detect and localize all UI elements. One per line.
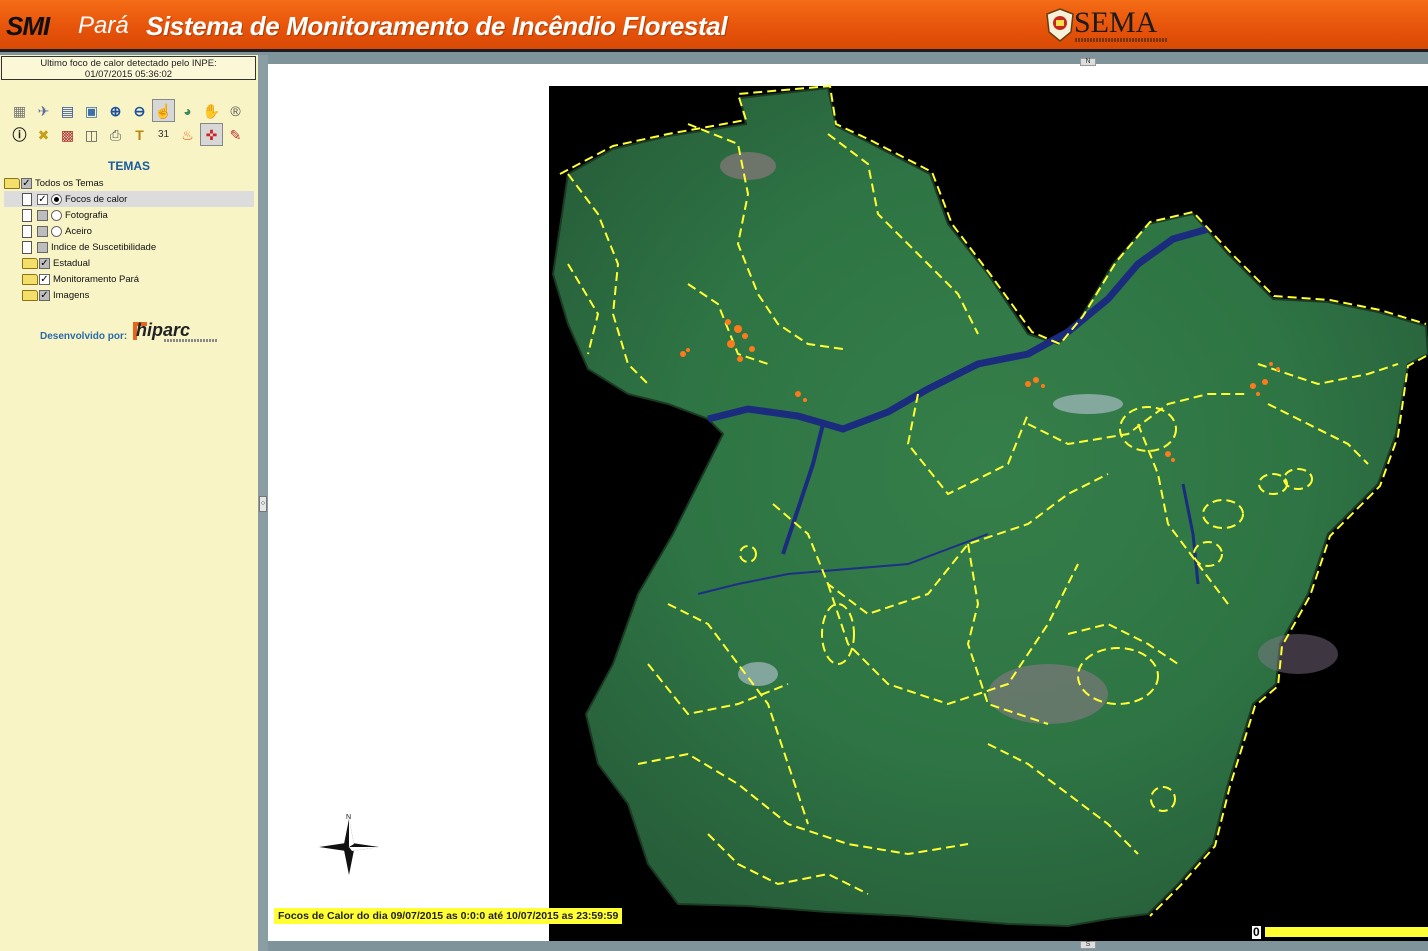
sema-subtitle-decoration	[1075, 38, 1167, 42]
hiparc-logo[interactable]: hiparc	[136, 320, 190, 341]
cleared-land-patch	[720, 152, 776, 180]
document-icon	[22, 224, 32, 238]
checkbox-focos-de-calor[interactable]: ✓	[37, 193, 48, 205]
book-icon[interactable]: ◫	[80, 123, 103, 146]
tree-item-label: Indice de Suscetibilidade	[51, 241, 157, 253]
folder-icon	[22, 273, 38, 285]
pan-north-button[interactable]: N	[1080, 58, 1096, 66]
tree-item-aceiro[interactable]: Aceiro	[4, 223, 254, 239]
layers-icon[interactable]: ▦	[8, 99, 31, 122]
zoom-in-icon[interactable]: ⊕	[104, 99, 127, 122]
folder-icon	[22, 289, 38, 301]
hotspot-date-range: Focos de Calor do dia 09/07/2015 as 0:0:…	[274, 908, 623, 924]
scale-bar	[1265, 927, 1428, 937]
tree-item-label: Fotografia	[65, 209, 108, 221]
scale-bar-zero: 0	[1252, 925, 1261, 939]
pointer-icon[interactable]: ☝	[152, 99, 175, 122]
checkbox-estadual[interactable]: ✓	[39, 257, 50, 269]
para-logo-text: Pará	[78, 12, 129, 39]
cloud-patch	[1053, 394, 1123, 414]
radio-focos-de-calor[interactable]	[51, 193, 62, 205]
checkbox-indice[interactable]	[37, 241, 48, 253]
tree-item-monitoramento[interactable]: ✓ Monitoramento Pará	[4, 271, 254, 287]
globe-icon[interactable]: ◕	[176, 99, 199, 122]
last-hotspot-label: Ultimo foco de calor detectado pelo INPE…	[40, 58, 217, 69]
north-arrow-icon	[319, 819, 379, 875]
tree-root[interactable]: ✓ Todos os Temas	[4, 175, 254, 191]
measure-icon[interactable]: ✖	[32, 123, 55, 146]
satellite-icon[interactable]: ✈	[32, 99, 55, 122]
folder-icon	[22, 257, 38, 269]
left-panel: Ultimo foco de calor detectado pelo INPE…	[0, 55, 258, 951]
pan-south-button[interactable]: S	[1080, 941, 1096, 949]
cleared-land-patch	[1258, 634, 1338, 674]
fire-icon[interactable]: ♨	[176, 123, 199, 146]
cloud-patch	[738, 662, 778, 686]
sema-logo: SEMA	[1074, 6, 1158, 39]
tree-item-focos-de-calor[interactable]: ✓ Focos de calor	[4, 191, 254, 207]
checkbox-fotografia[interactable]	[37, 209, 48, 221]
crosshair-icon[interactable]: ✜	[200, 123, 223, 146]
document-icon	[22, 240, 32, 254]
reset-icon[interactable]: ®	[224, 99, 247, 122]
themes-title: TEMAS	[108, 159, 150, 173]
tree-item-label: Imagens	[53, 289, 90, 301]
north-arrow-label: N	[346, 814, 351, 821]
printer-icon[interactable]: ⎙	[104, 123, 127, 146]
pan-hand-icon[interactable]: ✋	[200, 99, 223, 122]
map-canvas[interactable]: N	[268, 64, 1428, 941]
grid-select-icon[interactable]: ▩	[56, 123, 79, 146]
print-map-icon[interactable]: ▣	[80, 99, 103, 122]
checkbox-aceiro[interactable]	[37, 225, 48, 237]
calendar-icon[interactable]: 31	[152, 123, 175, 146]
checkbox-monitoramento[interactable]: ✓	[39, 273, 50, 285]
info-icon[interactable]: ⓘ	[8, 123, 31, 146]
smi-logo: SMI	[6, 11, 50, 41]
document-icon	[22, 192, 32, 206]
root-checkbox[interactable]: ✓	[21, 177, 32, 189]
document-icon	[22, 208, 32, 222]
app-title: Sistema de Monitoramento de Incêndio Flo…	[146, 11, 728, 41]
tree-root-label: Todos os Temas	[35, 177, 104, 189]
zoom-out-icon[interactable]: ⊖	[128, 99, 151, 122]
developed-by-label: Desenvolvido por:	[40, 331, 128, 342]
app-header: SMI Pará Sistema de Monitoramento de Inc…	[0, 0, 1428, 52]
legend-icon[interactable]: ▤	[56, 99, 79, 122]
state-seal-icon	[1046, 8, 1074, 42]
folder-open-icon	[4, 177, 20, 189]
themes-tree: ✓ Todos os Temas ✓ Focos de calor Fotogr…	[4, 175, 254, 303]
radio-fotografia[interactable]	[51, 209, 62, 221]
map-viewport[interactable]: N	[268, 64, 1428, 941]
tree-item-label: Focos de calor	[65, 193, 128, 205]
hiparc-subtitle-decoration	[164, 339, 218, 342]
pencil-icon[interactable]: ✎	[224, 123, 247, 146]
checkbox-imagens[interactable]: ✓	[39, 289, 50, 301]
last-hotspot-status: Ultimo foco de calor detectado pelo INPE…	[1, 56, 256, 80]
map-toolbar: ▦ ✈ ▤ ▣ ⊕ ⊖ ☝ ◕ ✋ ® ⓘ ✖ ▩ ◫ ⎙ T 31 ♨ ✜ ✎	[8, 99, 253, 147]
tree-item-label: Aceiro	[65, 225, 92, 237]
cleared-land-patch	[988, 664, 1108, 724]
tree-item-imagens[interactable]: ✓ Imagens	[4, 287, 254, 303]
tree-item-label: Estadual	[53, 257, 90, 269]
tree-item-fotografia[interactable]: Fotografia	[4, 207, 254, 223]
last-hotspot-time: 01/07/2015 05:36:02	[84, 69, 173, 80]
radio-aceiro[interactable]	[51, 225, 62, 237]
tree-item-estadual[interactable]: ✓ Estadual	[4, 255, 254, 271]
text-tool-icon[interactable]: T	[128, 123, 151, 146]
tree-item-indice[interactable]: Indice de Suscetibilidade	[4, 239, 254, 255]
collapse-panel-handle[interactable]: ○	[259, 496, 267, 512]
tree-item-label: Monitoramento Pará	[53, 273, 140, 285]
